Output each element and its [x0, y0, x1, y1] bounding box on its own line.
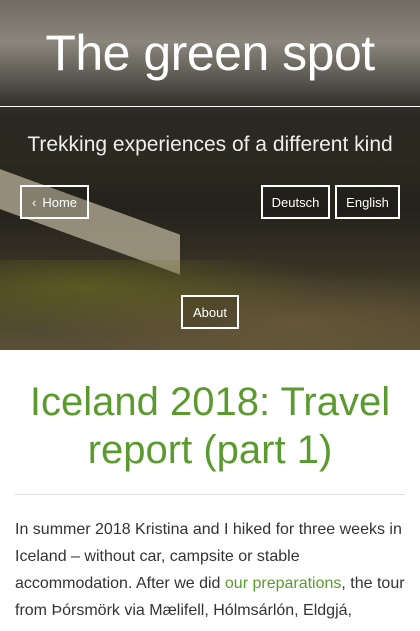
- preparations-link[interactable]: our preparations: [225, 575, 342, 592]
- chevron-left-icon: ‹: [31, 194, 37, 210]
- site-tagline: Trekking experiences of a different kind: [27, 133, 393, 156]
- site-title[interactable]: The green spot: [0, 24, 420, 82]
- deutsch-button[interactable]: Deutsch: [261, 185, 330, 219]
- article-title: Iceland 2018: Travel report (part 1): [15, 378, 405, 495]
- hero-image-snow: [0, 165, 180, 275]
- hero-banner: The green spot Trekking experiences of a…: [0, 0, 420, 350]
- english-button[interactable]: English: [335, 185, 400, 219]
- home-button[interactable]: ‹ Home: [20, 185, 89, 219]
- divider: [0, 106, 420, 107]
- article: Iceland 2018: Travel report (part 1) In …: [0, 378, 420, 624]
- about-button[interactable]: About: [181, 295, 239, 329]
- home-label: Home: [42, 194, 78, 210]
- article-paragraph: In summer 2018 Kristina and I hiked for …: [15, 516, 405, 624]
